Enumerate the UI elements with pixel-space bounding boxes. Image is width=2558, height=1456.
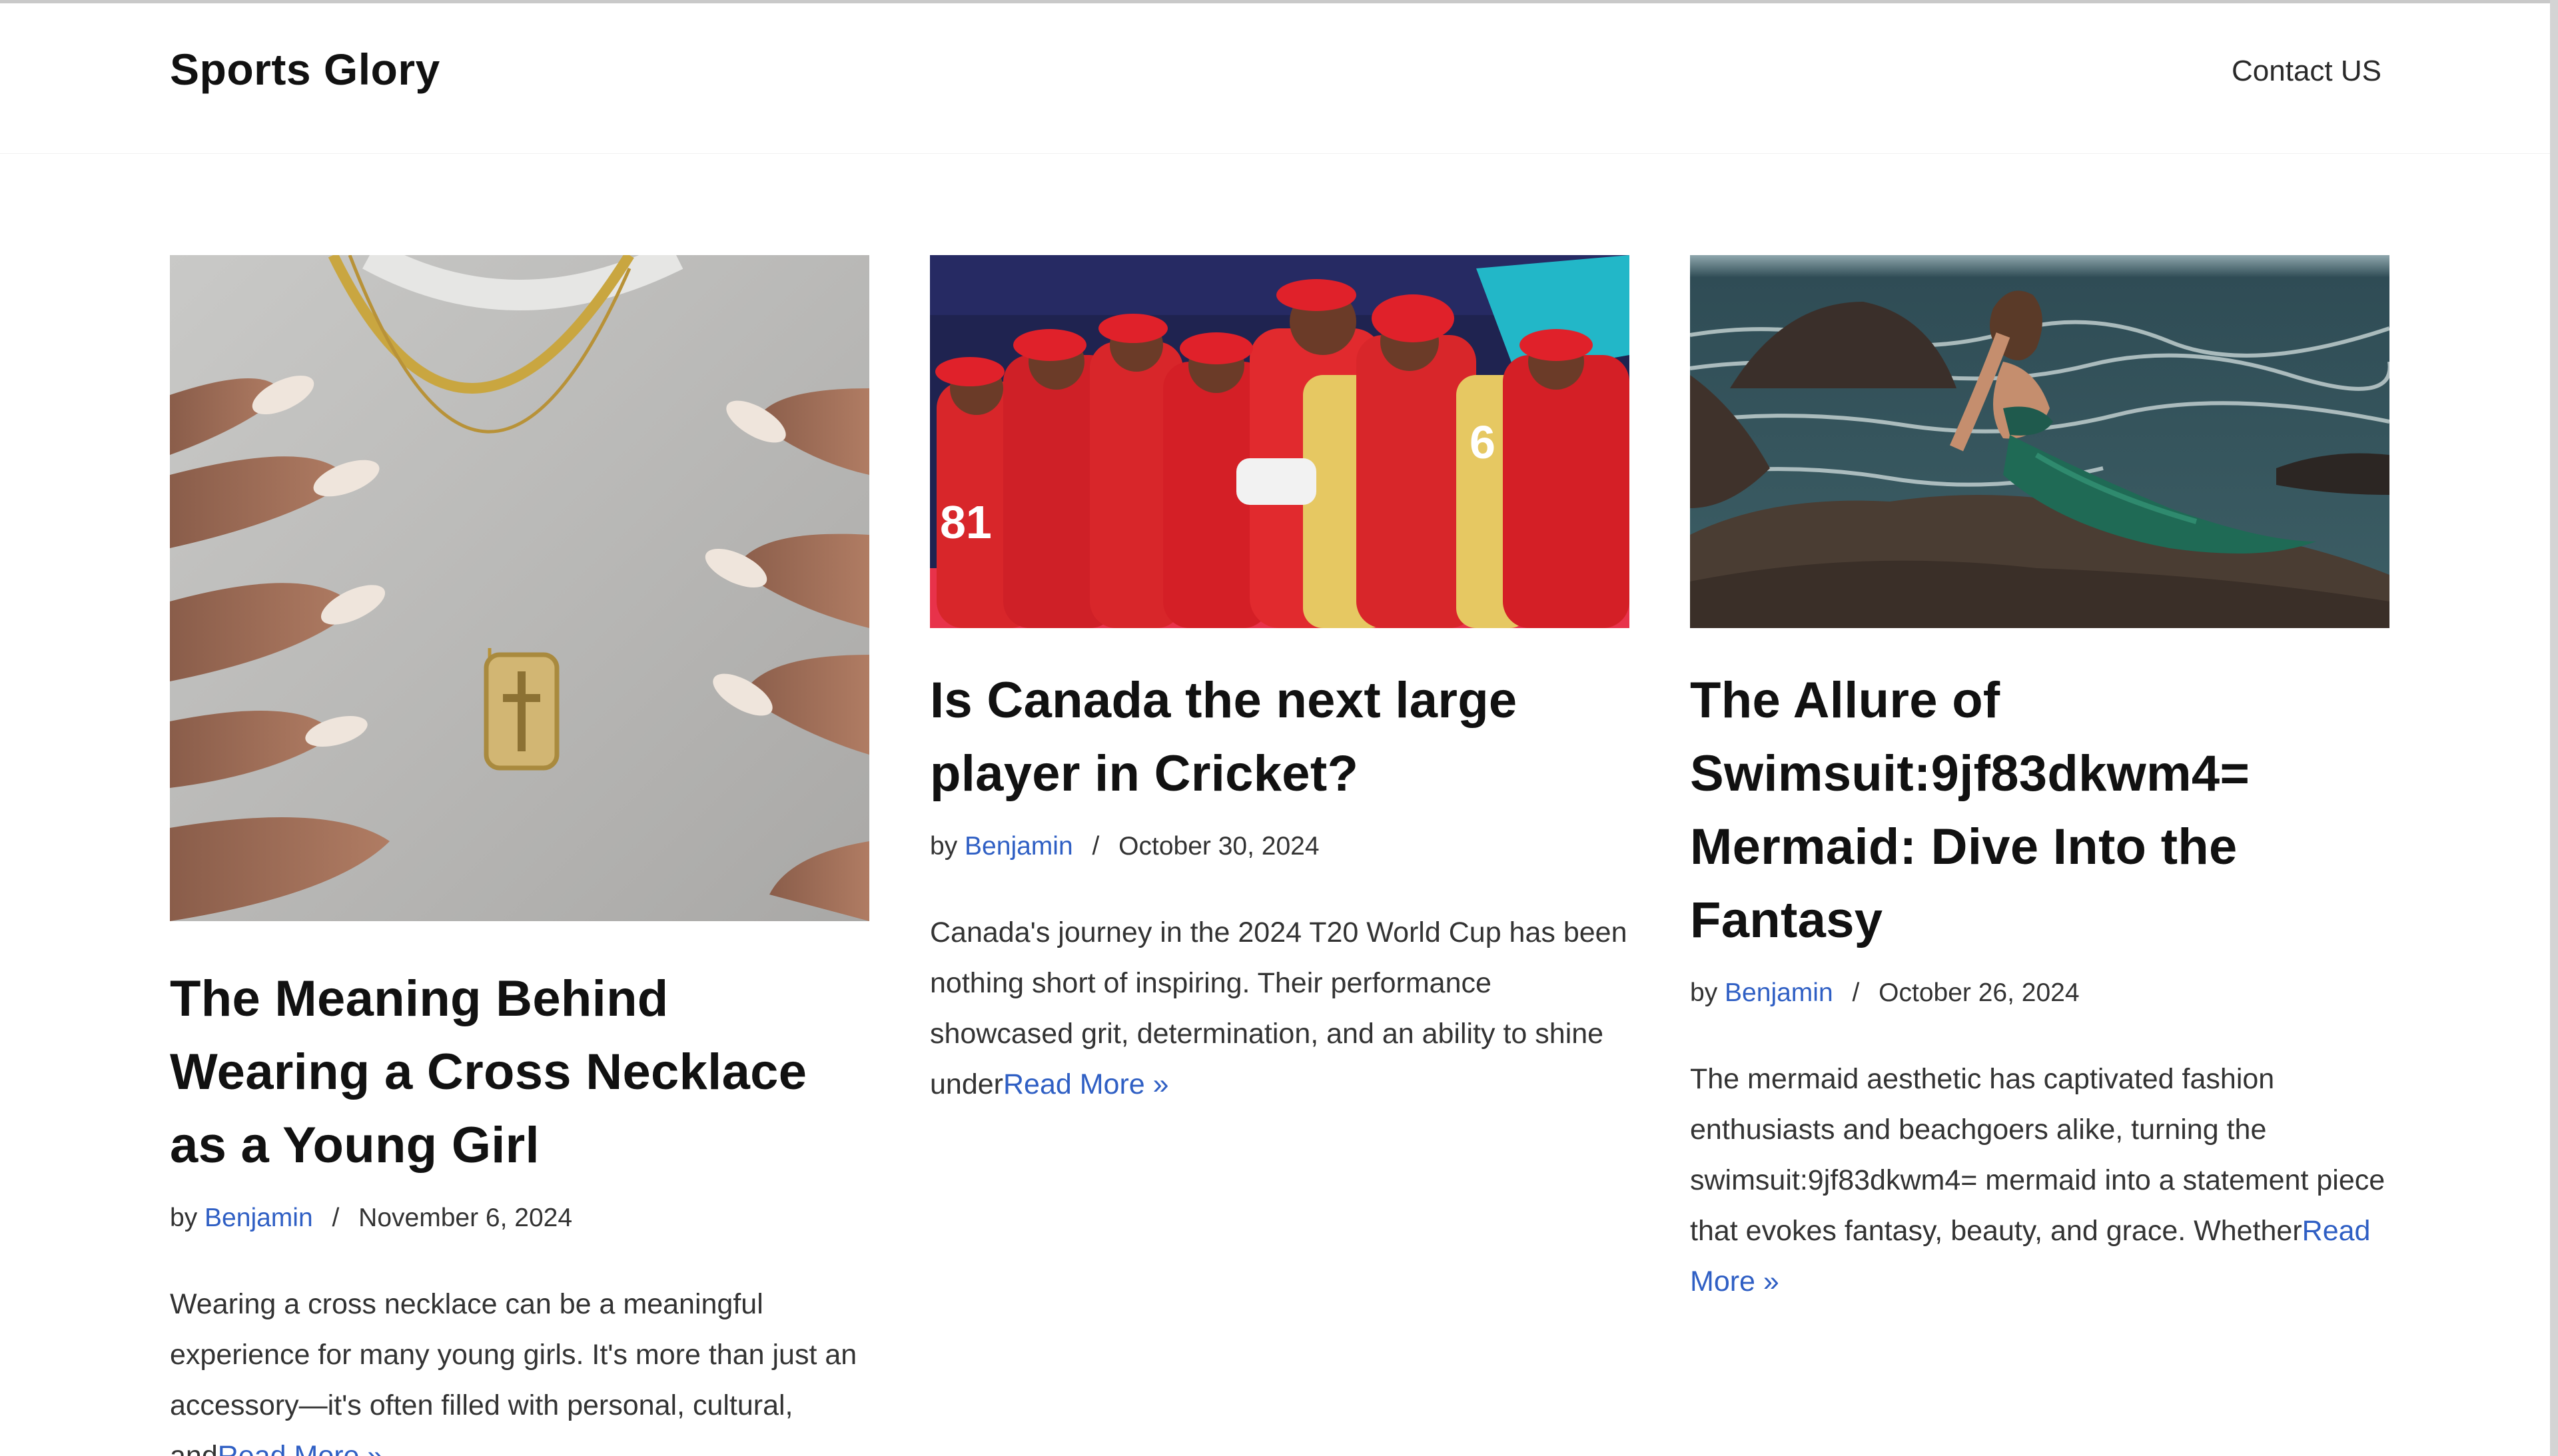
read-more-link[interactable]: Read More » xyxy=(1003,1068,1169,1100)
page: Sports Glory Contact US The Meaning Behi… xyxy=(0,0,2558,1456)
post-title[interactable]: The Allure of Swimsuit:9jf83dkwm4= Merma… xyxy=(1690,664,2389,957)
post-meta: by Benjamin / November 6, 2024 xyxy=(170,1205,869,1231)
site-title-link[interactable]: Sports Glory xyxy=(170,47,440,91)
meta-separator: / xyxy=(1092,832,1100,861)
nav-contact-link[interactable]: Contact US xyxy=(2232,57,2381,86)
scrollbar-track[interactable] xyxy=(2550,0,2558,1456)
meta-by: by xyxy=(930,832,958,861)
post-date: November 6, 2024 xyxy=(358,1204,573,1232)
post-date: October 26, 2024 xyxy=(1879,978,2080,1007)
mermaid-photo xyxy=(1690,255,2389,628)
read-more-link[interactable]: Read More » xyxy=(218,1440,384,1456)
svg-text:6: 6 xyxy=(1470,416,1495,468)
meta-separator: / xyxy=(332,1204,340,1232)
post-card-canada-cricket: 81 6 Is Canada the next large player in … xyxy=(930,255,1629,1110)
post-title[interactable]: The Meaning Behind Wearing a Cross Neckl… xyxy=(170,962,869,1182)
meta-by: by xyxy=(1690,978,1718,1007)
post-excerpt: The mermaid aesthetic has captivated fas… xyxy=(1690,1054,2389,1307)
author-link[interactable]: Benjamin xyxy=(965,832,1073,861)
post-thumbnail-necklace[interactable] xyxy=(170,255,869,921)
post-meta: by Benjamin / October 26, 2024 xyxy=(1690,980,2389,1006)
meta-separator: / xyxy=(1852,978,1860,1007)
post-title[interactable]: Is Canada the next large player in Crick… xyxy=(930,664,1596,811)
post-thumbnail-cricket[interactable]: 81 6 xyxy=(930,255,1629,628)
post-thumbnail-mermaid[interactable] xyxy=(1690,255,2389,628)
post-date: October 30, 2024 xyxy=(1118,832,1320,861)
author-link[interactable]: Benjamin xyxy=(205,1204,313,1232)
cricket-team-photo: 81 6 xyxy=(930,255,1629,628)
necklace-photo xyxy=(170,255,869,921)
excerpt-text: The mermaid aesthetic has captivated fas… xyxy=(1690,1063,2385,1247)
meta-by: by xyxy=(170,1204,198,1232)
post-excerpt: Canada's journey in the 2024 T20 World C… xyxy=(930,907,1629,1110)
post-card-cross-necklace: The Meaning Behind Wearing a Cross Neckl… xyxy=(170,255,869,1456)
svg-text:81: 81 xyxy=(940,496,992,548)
author-link[interactable]: Benjamin xyxy=(1725,978,1833,1007)
post-excerpt: Wearing a cross necklace can be a meanin… xyxy=(170,1279,869,1456)
post-card-mermaid-swimsuit: The Allure of Swimsuit:9jf83dkwm4= Merma… xyxy=(1690,255,2389,1307)
site-header: Sports Glory Contact US xyxy=(0,3,2550,154)
excerpt-text: Wearing a cross necklace can be a meanin… xyxy=(170,1288,857,1456)
post-meta: by Benjamin / October 30, 2024 xyxy=(930,833,1629,859)
